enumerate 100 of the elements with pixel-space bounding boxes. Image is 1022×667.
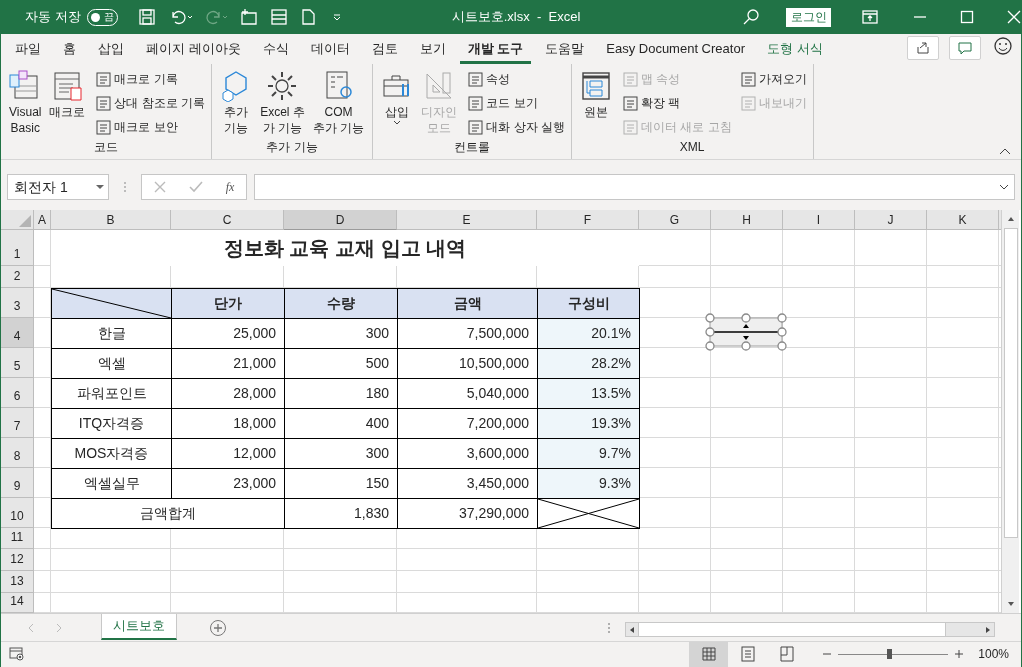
ribbon-tab[interactable]: 홈 <box>55 36 84 64</box>
ribbon-button[interactable]: 속성 <box>467 68 565 90</box>
zoom-in-icon[interactable] <box>954 649 965 659</box>
table-cell: ITQ자격증 <box>51 408 172 439</box>
column-header[interactable]: A <box>34 210 51 230</box>
ribbon-button[interactable]: 확장 팩 <box>621 92 732 114</box>
column-header[interactable]: B <box>51 210 171 230</box>
column-header[interactable]: G <box>639 210 711 230</box>
row-header[interactable]: 2 <box>1 266 34 288</box>
zoom-level[interactable]: 100% <box>978 645 1009 663</box>
table-cell: 3,600,000 <box>397 438 538 469</box>
column-header[interactable]: H <box>711 210 783 230</box>
horizontal-scrollbar[interactable] <box>625 622 995 637</box>
row-header[interactable]: 13 <box>1 571 34 593</box>
row-header[interactable]: 9 <box>1 468 34 498</box>
table-cell: 엑셀 <box>51 348 172 379</box>
ribbon-button[interactable]: 상대 참조로 기록 <box>95 92 206 114</box>
ribbon-button[interactable]: Visual Basic <box>7 68 44 136</box>
table-header: 구성비 <box>537 288 640 319</box>
ribbon-tab[interactable]: 페이지 레이아웃 <box>138 36 249 64</box>
table-cell: 300 <box>284 318 398 349</box>
table-cell: 21,000 <box>171 348 285 379</box>
smiley-icon[interactable] <box>993 36 1013 56</box>
more-icon <box>123 181 127 193</box>
sheet-tab[interactable]: 시트보호 <box>101 614 177 640</box>
search-icon[interactable] <box>742 8 761 26</box>
column-header[interactable]: I <box>783 210 855 230</box>
ribbon-button[interactable]: 대화 상자 실행 <box>467 116 565 138</box>
ribbon-display-icon[interactable] <box>861 9 879 25</box>
column-header[interactable]: F <box>537 210 639 230</box>
row-header[interactable]: 3 <box>1 288 34 318</box>
share-icon[interactable] <box>907 36 939 60</box>
column-header[interactable]: J <box>855 210 927 230</box>
row-header[interactable]: 14 <box>1 593 34 613</box>
login-button[interactable]: 로그인 <box>786 7 831 27</box>
row-header[interactable]: 1 <box>1 230 34 266</box>
close-icon[interactable] <box>1007 10 1021 24</box>
ribbon-button[interactable]: 매크로 <box>47 68 88 120</box>
macro-record-icon[interactable] <box>9 647 25 661</box>
table-cell: 7,200,000 <box>397 408 538 439</box>
table-cell: 9.3% <box>537 468 640 499</box>
column-header[interactable]: K <box>927 210 999 230</box>
row-header[interactable]: 7 <box>1 408 34 438</box>
ribbon-tab[interactable]: 데이터 <box>302 36 358 64</box>
ribbon-tab[interactable]: Easy Document Creator <box>598 36 753 64</box>
table-cell: 5,040,000 <box>397 378 538 409</box>
autosave-label: 자동 저장 <box>25 8 81 27</box>
save-icon[interactable] <box>137 8 156 26</box>
zoom-slider-thumb[interactable] <box>886 649 892 659</box>
ribbon-button[interactable]: 추가 기능 <box>218 68 255 136</box>
row-header[interactable]: 6 <box>1 378 34 408</box>
row-header[interactable]: 4 <box>1 318 34 348</box>
table-cell: 한글 <box>51 318 172 349</box>
add-sheet-icon[interactable] <box>209 619 227 637</box>
group-label: 추가 기능 <box>265 139 319 156</box>
column-header[interactable]: E <box>397 210 537 230</box>
column-header[interactable]: C <box>171 210 284 230</box>
row-header[interactable]: 5 <box>1 348 34 378</box>
ribbon-tab[interactable]: 도형 서식 <box>759 36 831 64</box>
row-header[interactable]: 8 <box>1 438 34 468</box>
expand-caret-icon[interactable] <box>998 183 1010 191</box>
table-cell: 13.5% <box>537 378 640 409</box>
row-header[interactable]: 11 <box>1 528 34 549</box>
table-cell: 파워포인트 <box>51 378 172 409</box>
ribbon-tab[interactable]: 도움말 <box>537 36 593 64</box>
ribbon-tab[interactable]: 개발 도구 <box>459 36 532 64</box>
ribbon-button[interactable]: 삽입 <box>379 68 416 126</box>
ribbon-button[interactable]: 매크로 기록 <box>95 68 206 90</box>
ribbon-button[interactable]: 코드 보기 <box>467 92 565 114</box>
row-header[interactable]: 10 <box>1 498 34 528</box>
spin-button[interactable] <box>705 313 787 351</box>
table-cell: 180 <box>284 378 398 409</box>
document-icon[interactable] <box>299 8 316 26</box>
ribbon-tab[interactable]: 파일 <box>7 36 49 64</box>
insert-function-button[interactable]: fx <box>225 178 235 196</box>
maximize-icon[interactable] <box>960 10 974 24</box>
zoom-slider[interactable] <box>838 649 949 659</box>
list-icon <box>467 70 485 88</box>
normal-view-icon[interactable] <box>689 641 729 667</box>
ribbon-tab[interactable]: 보기 <box>411 36 454 64</box>
name-box[interactable]: 회전자 1 <box>7 174 109 200</box>
ribbon-button[interactable]: COM 추가 기능 <box>310 68 367 136</box>
ribbon-button[interactable]: 가져오기 <box>739 68 807 90</box>
table-cell: 400 <box>284 408 398 439</box>
form-icon[interactable] <box>269 8 288 26</box>
column-header[interactable]: D <box>284 210 397 230</box>
ribbon-tab[interactable]: 검토 <box>363 36 406 64</box>
ribbon-button[interactable]: 매크로 보안 <box>95 116 206 138</box>
ribbon-button[interactable]: 원본 <box>577 68 614 120</box>
collapse-ribbon-icon[interactable] <box>999 147 1011 155</box>
ribbon-button[interactable]: Excel 추 가 기능 <box>258 68 307 136</box>
ribbon-tab[interactable]: 수식 <box>254 36 297 64</box>
table-cell: 1,830 <box>284 498 398 529</box>
vertical-scrollbar[interactable] <box>1001 210 1019 613</box>
table-cell: 28,000 <box>171 378 285 409</box>
row-header[interactable]: 12 <box>1 549 34 571</box>
customize-caret-icon[interactable] <box>331 12 342 22</box>
list-icon <box>95 70 113 88</box>
ribbon-tab[interactable]: 삽입 <box>90 36 132 64</box>
formula-input[interactable] <box>254 174 1015 200</box>
